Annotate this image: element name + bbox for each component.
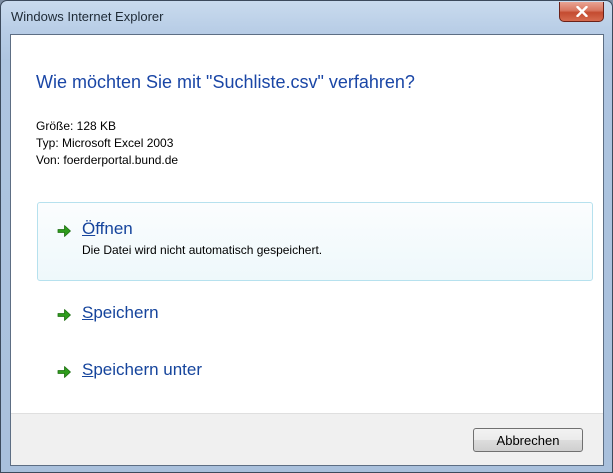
green-arrow-icon xyxy=(57,225,71,237)
file-details: Größe: 128 KB Typ: Microsoft Excel 2003 … xyxy=(36,118,178,169)
save-option[interactable]: Speichern xyxy=(37,293,593,335)
green-arrow-icon xyxy=(57,366,71,378)
window-title: Windows Internet Explorer xyxy=(11,9,164,24)
open-option[interactable]: Öffnen Die Datei wird nicht automatisch … xyxy=(37,202,593,281)
dialog-content: Wie möchten Sie mit "Suchliste.csv" verf… xyxy=(10,34,604,466)
close-button[interactable] xyxy=(559,2,604,22)
dialog-heading: Wie möchten Sie mit "Suchliste.csv" verf… xyxy=(36,72,415,92)
title-bar[interactable]: Windows Internet Explorer xyxy=(1,1,612,34)
cancel-button[interactable]: Abbrechen xyxy=(473,428,583,452)
open-option-label: Öffnen xyxy=(82,219,133,238)
file-source: Von: foerderportal.bund.de xyxy=(36,153,179,167)
green-arrow-icon xyxy=(57,309,71,321)
file-size: Größe: 128 KB xyxy=(36,119,117,133)
close-icon xyxy=(575,6,588,17)
file-type: Typ: Microsoft Excel 2003 xyxy=(36,136,174,150)
open-option-description: Die Datei wird nicht automatisch gespeic… xyxy=(82,243,323,257)
save-option-label: Speichern xyxy=(82,303,159,322)
save-as-option-label: Speichern unter xyxy=(82,360,203,379)
dialog-window: Windows Internet Explorer Wie möchten Si… xyxy=(0,0,613,473)
save-as-option[interactable]: Speichern unter xyxy=(37,350,593,392)
dialog-footer: Abbrechen xyxy=(11,413,603,465)
